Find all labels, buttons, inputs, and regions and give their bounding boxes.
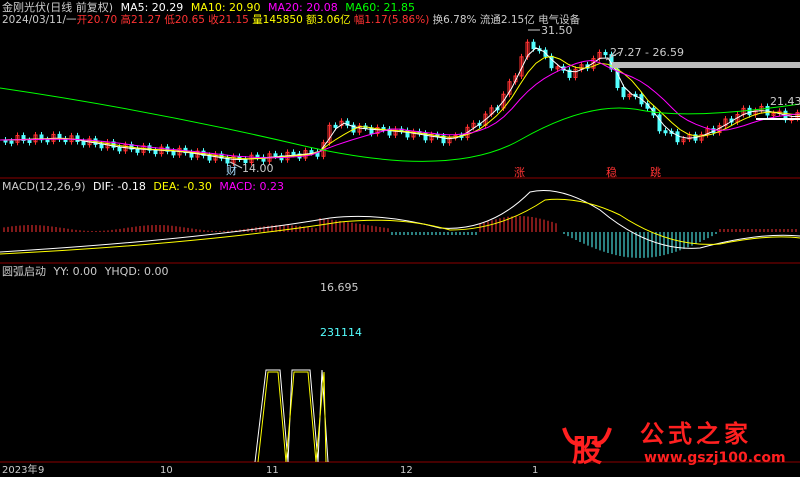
range-annot: 27.27 - 26.59	[610, 46, 684, 59]
watermark-url[interactable]: www.gszj100.com	[644, 450, 786, 466]
ma20-label: MA20: 20.08	[268, 1, 338, 14]
ma60-label: MA60: 21.85	[345, 1, 415, 14]
low-price-annot: 14.00	[242, 162, 274, 175]
signal-header: 圆弧启动 YY: 0.00 YHQD: 0.00	[2, 265, 169, 278]
volume-label: 量145850	[252, 14, 303, 26]
candle-body	[45, 139, 50, 143]
candle-body	[747, 107, 752, 116]
signal-title: 圆弧启动	[2, 265, 46, 278]
watermark-site-name: 公式之家	[640, 419, 752, 448]
chart-canvas[interactable]	[0, 0, 800, 476]
signal-lines	[254, 369, 329, 463]
marker-zhang[interactable]: 涨	[514, 166, 525, 179]
marker-cai[interactable]: 财	[226, 164, 237, 177]
yhqd-line	[257, 371, 327, 463]
quote-line: 2024/03/11/一开20.70 高21.27 低20.65 收21.15 …	[2, 14, 580, 27]
candle-body	[291, 151, 296, 155]
date-label: 2024/03/11/一	[2, 14, 77, 26]
ma10-label: MA10: 20.90	[190, 1, 261, 14]
time-axis-label-4: 12	[400, 465, 413, 476]
turnover-label: 换6.78%	[432, 14, 477, 26]
candle-body	[75, 135, 80, 142]
signal-value-2: 231114	[320, 326, 362, 339]
candle-body	[621, 87, 626, 98]
macd-title: MACD(12,26,9)	[2, 180, 86, 193]
range-bar	[612, 62, 800, 68]
candle-body	[81, 140, 86, 146]
stock-title: 金刚光伏(日线 前复权)	[2, 1, 114, 14]
yhqd-label: YHQD: 0.00	[104, 265, 169, 278]
ma20-line	[0, 59, 800, 159]
marker-tiao[interactable]: 跳	[650, 166, 661, 179]
dif-label: DIF: -0.18	[93, 180, 146, 193]
low-label: 低20.65	[164, 14, 205, 26]
candle-body	[273, 153, 278, 157]
price-level-line	[756, 118, 800, 120]
marker-wen[interactable]: 稳	[606, 166, 617, 179]
macd-header: MACD(12,26,9) DIF: -0.18 DEA: -0.30 MACD…	[2, 180, 284, 193]
candle-body	[675, 131, 680, 143]
time-axis-label-2: 10	[160, 465, 173, 476]
ma5-label: MA5: 20.29	[120, 1, 184, 14]
close-label: 收21.15	[208, 14, 249, 26]
candle-body	[333, 124, 338, 128]
time-axis-label-3: 11	[266, 465, 279, 476]
logo-char: 股	[572, 434, 602, 469]
candle-body	[663, 130, 668, 134]
float-label: 流通2.15亿	[479, 14, 535, 26]
time-axis-label-5: 1	[532, 465, 539, 476]
high-price-annot: 31.50	[541, 24, 573, 37]
high-label: 高21.27	[120, 14, 162, 26]
time-axis-label-1: 9	[38, 465, 45, 476]
candle-body	[153, 149, 158, 155]
candle-body	[99, 143, 104, 149]
open-label: 开20.70	[76, 14, 118, 26]
watermark-logo: 股	[560, 418, 614, 469]
signal-value-1: 16.695	[320, 281, 359, 294]
dea-label: DEA: -0.30	[153, 180, 212, 193]
yy-label: YY: 0.00	[53, 265, 98, 278]
macd-value-label: MACD: 0.23	[219, 180, 284, 193]
candle-body	[9, 140, 14, 144]
candle-body	[603, 51, 608, 56]
macd-histogram	[0, 189, 800, 258]
candle-body	[309, 150, 314, 154]
candle-body	[27, 139, 32, 143]
right-price-annot: 21.43	[770, 95, 800, 108]
candle-body	[531, 41, 536, 50]
candle-body	[135, 148, 140, 153]
stock-header: 金刚光伏(日线 前复权) MA5: 20.29 MA10: 20.90 MA20…	[2, 1, 415, 14]
candle-body	[369, 127, 374, 135]
candle-body	[171, 150, 176, 156]
amount-label: 额3.06亿	[306, 14, 351, 26]
candle-body	[117, 146, 122, 152]
time-axis-label-0: 2023年	[2, 465, 38, 476]
change-label: 幅1.17(5.86%)	[353, 14, 430, 26]
candle-body	[657, 114, 662, 132]
